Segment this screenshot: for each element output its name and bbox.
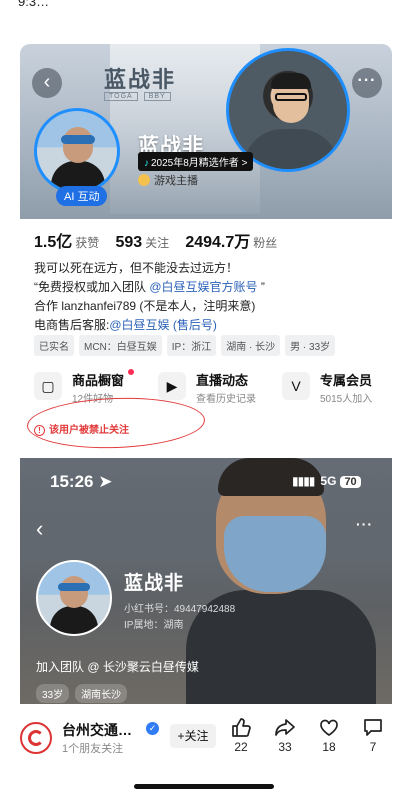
phone-profile-id: 小红书号：49447942488	[124, 604, 236, 615]
aftersales-account-link[interactable]: @白昼互娱 (售后号)	[109, 318, 217, 332]
phone-status-time: 15:26 ➤	[50, 472, 113, 491]
signal-bars-icon: ▮▮▮▮	[292, 474, 315, 488]
tag-location: 湖南 · 长沙	[221, 335, 281, 356]
avatar[interactable]	[34, 108, 120, 194]
thumbs-up-icon	[232, 718, 251, 737]
banner-subtitle: TOGA BBY	[104, 92, 177, 101]
followers-count[interactable]: 2494.7万	[185, 234, 250, 251]
account-name[interactable]: 台州交通…	[62, 720, 132, 740]
follow-button[interactable]: +关注	[170, 724, 216, 748]
tag-ip: IP：浙江	[166, 335, 217, 356]
profile-tags: 已实名 MCN：白昼互娱 IP：浙江 湖南 · 长沙 男 · 33岁	[34, 335, 336, 356]
heart-icon	[320, 719, 338, 737]
profile-bio: 我可以死在远方，但不能没去过远方！ “免费授权或加入团队 @白昼互娱官方账号 ”…	[34, 261, 265, 332]
tag-verified: 已实名	[34, 335, 74, 356]
tag-mcn: MCN：白昼互娱	[79, 335, 162, 356]
banner-logo-text: 蓝战非	[104, 67, 177, 92]
comment-icon	[364, 719, 382, 736]
phone-more-button[interactable]: ···	[356, 516, 373, 532]
phone-avatar[interactable]	[36, 560, 112, 636]
game-streamer-icon	[138, 174, 150, 186]
verified-badge-icon: ✓	[146, 722, 159, 735]
feature-membership[interactable]: V 专属会员 5015人加入	[282, 370, 386, 410]
back-button[interactable]: ‹	[32, 68, 62, 98]
likes-count: 1.5亿	[34, 234, 73, 251]
comment-button[interactable]: 7	[356, 716, 390, 754]
share-icon	[275, 719, 295, 736]
role-tag: 游戏主播	[138, 172, 198, 188]
ai-interaction-badge[interactable]: AI 互动	[56, 186, 108, 206]
tag-gender-age: 男 · 33岁	[285, 335, 336, 356]
shop-bag-icon: ▢	[34, 372, 62, 400]
phone-status-indicators: ▮▮▮▮ 5G 70	[292, 474, 361, 488]
location-arrow-icon: ➤	[98, 472, 113, 491]
phone-profile-tags: 33岁 湖南长沙	[36, 684, 128, 703]
follow-banned-notice: ! 该用户被禁止关注	[34, 421, 129, 436]
masked-person-photo	[186, 458, 376, 704]
phone-profile-ip: IP属地：湖南	[124, 620, 184, 631]
phone-back-button[interactable]: ‹	[36, 516, 43, 542]
profile-card: 蓝战非 TOGA BBY ‹ ··· AI 互动 蓝战非 ♪ 2025年8月精选作者…	[20, 44, 392, 454]
post-action-bar: 台州交通… ✓ 1个朋友关注 +关注 22 33 18 7	[0, 706, 413, 792]
profile-stats: 1.5亿 获赞 593 关注 2494.7万 粉丝	[34, 234, 278, 251]
home-indicator	[134, 784, 274, 789]
more-options-button[interactable]: ···	[352, 68, 382, 98]
official-account-link[interactable]: @白昼互娱官方账号	[149, 280, 257, 294]
phone-tag-age: 33岁	[36, 684, 70, 703]
selected-author-badge[interactable]: ♪ 2025年8月精选作者 >	[138, 152, 254, 171]
phone-profile-bio: 加入团队 @ 长沙聚云白昼传媒	[36, 660, 199, 674]
tiktok-logo-icon: ♪	[144, 158, 149, 169]
warning-icon: !	[34, 425, 45, 436]
notification-dot	[128, 369, 134, 375]
like-button[interactable]: 22	[224, 716, 258, 754]
share-button[interactable]: 33	[268, 716, 302, 754]
account-friends-following: 1个朋友关注	[62, 743, 124, 755]
battery-icon: 70	[340, 476, 361, 488]
following-count[interactable]: 593	[115, 234, 142, 251]
second-profile-screenshot: 15:26 ➤ ▮▮▮▮ 5G 70 ‹ ··· 蓝战非 小红书号：49447942…	[20, 458, 392, 704]
status-bar-clipped-time: 9:3…	[18, 0, 50, 9]
vip-icon: V	[282, 372, 310, 400]
phone-tag-location: 湖南长沙	[75, 684, 128, 703]
favorite-button[interactable]: 18	[312, 716, 346, 754]
account-logo-icon[interactable]	[20, 722, 52, 754]
phone-profile-name: 蓝战非	[124, 573, 185, 594]
live-tv-icon: ▶	[158, 372, 186, 400]
